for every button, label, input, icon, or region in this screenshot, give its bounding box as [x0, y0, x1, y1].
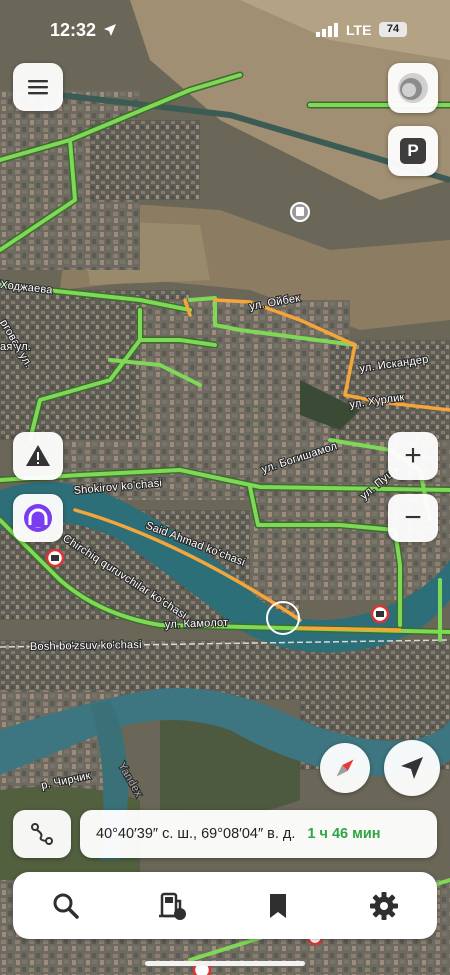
bookmark-icon [270, 893, 286, 918]
search-icon [53, 893, 79, 919]
tab-search[interactable] [36, 876, 96, 936]
parking-button[interactable]: P [388, 126, 438, 176]
home-indicator [145, 961, 305, 966]
zoom-out-button[interactable]: − [388, 494, 438, 542]
status-network: LTE [346, 22, 372, 38]
street-label-kamolot: ул. Камолот [165, 617, 229, 631]
layers-icon [398, 73, 428, 103]
eta-text: 1 ч 46 мин [307, 826, 381, 842]
alice-icon [24, 504, 52, 532]
street-label-left-2: ая ул. [0, 341, 31, 353]
gear-icon [370, 891, 398, 920]
status-bar: 12:32 LTE 74 [0, 0, 450, 58]
alice-assistant-button[interactable] [13, 494, 63, 542]
plus-icon: + [404, 439, 422, 472]
street-label-bosh-bozsuv: Bosh bo'zsuv ko'chasi [30, 639, 142, 653]
compass-button[interactable] [320, 743, 370, 793]
route-button[interactable] [13, 810, 71, 858]
speed-camera-marker[interactable] [370, 604, 390, 624]
compass-icon [336, 759, 354, 777]
menu-button[interactable] [13, 63, 63, 111]
navigation-arrow-icon [401, 757, 423, 779]
road-alert-button[interactable] [13, 432, 63, 480]
coordinates-bar[interactable]: 40°40′39″ с. ш., 69°08′04″ в. д. 1 ч 46 … [80, 810, 437, 858]
minus-icon: − [404, 501, 422, 534]
status-battery: 74 [379, 22, 407, 37]
parking-icon: P [400, 138, 426, 164]
poi-marker[interactable] [290, 202, 310, 222]
speed-camera-marker[interactable] [45, 548, 65, 568]
hamburger-menu-icon [28, 80, 48, 95]
fuel-pump-icon [159, 892, 186, 920]
signal-bars-icon [316, 23, 338, 37]
route-icon [31, 823, 53, 845]
warning-triangle-icon [26, 445, 50, 466]
bottom-tab-bar [13, 872, 437, 939]
zoom-in-button[interactable]: + [388, 432, 438, 480]
location-arrow-icon [104, 24, 116, 36]
coordinates-text: 40°40′39″ с. ш., 69°08′04″ в. д. [96, 826, 296, 842]
status-time: 12:32 [50, 20, 97, 40]
tab-settings[interactable] [354, 876, 414, 936]
my-location-button[interactable] [384, 740, 440, 796]
tab-gas-station[interactable] [142, 876, 202, 936]
tab-bookmarks[interactable] [248, 876, 308, 936]
layers-button[interactable] [388, 63, 438, 113]
